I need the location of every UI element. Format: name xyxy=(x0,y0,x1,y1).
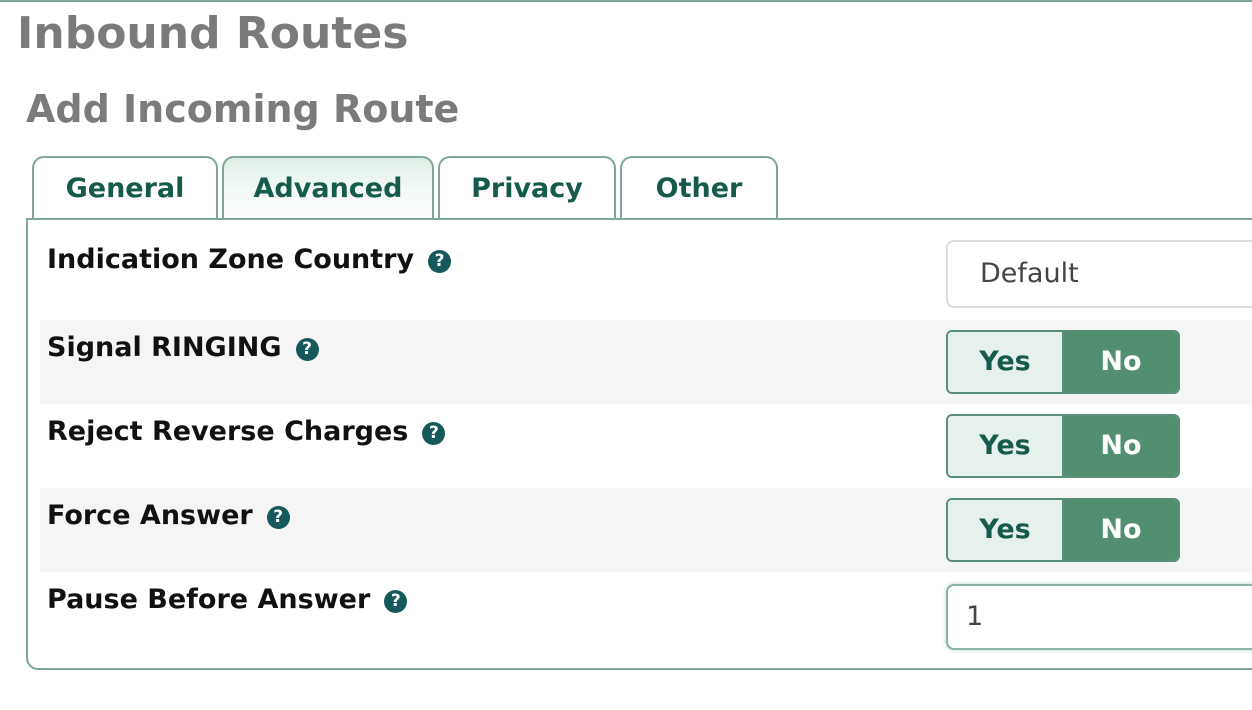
page-title: Inbound Routes xyxy=(17,8,409,59)
signal-ringing-no-button[interactable]: No xyxy=(1064,332,1178,392)
signal-ringing-row: Signal RINGING? Yes No xyxy=(40,320,1252,404)
question-circle-icon[interactable]: ? xyxy=(422,422,446,445)
tab-other[interactable]: Other xyxy=(620,156,778,218)
signal-ringing-toggle: Yes No xyxy=(946,330,1180,394)
pause-before-answer-input[interactable]: 1 xyxy=(946,584,1252,650)
tab-privacy[interactable]: Privacy xyxy=(438,156,616,218)
reject-reverse-toggle: Yes No xyxy=(946,414,1180,478)
indication-zone-select[interactable]: Default xyxy=(946,240,1252,308)
indication-zone-label: Indication Zone Country? xyxy=(47,240,452,280)
question-circle-icon[interactable]: ? xyxy=(384,590,408,613)
question-circle-icon[interactable]: ? xyxy=(295,338,319,361)
reject-reverse-row: Reject Reverse Charges? Yes No xyxy=(40,404,1252,488)
indication-zone-row: Indication Zone Country? Default xyxy=(40,220,1252,320)
reject-reverse-no-button[interactable]: No xyxy=(1064,416,1178,476)
question-circle-icon[interactable]: ? xyxy=(266,506,290,529)
tab-advanced[interactable]: Advanced xyxy=(222,156,434,220)
top-border xyxy=(0,0,1252,2)
question-circle-icon[interactable]: ? xyxy=(428,250,452,273)
pause-before-answer-row: Pause Before Answer? 1 xyxy=(40,572,1252,668)
force-answer-no-button[interactable]: No xyxy=(1064,500,1178,560)
signal-ringing-label: Signal RINGING? xyxy=(47,328,319,368)
section-title: Add Incoming Route xyxy=(26,87,460,131)
advanced-panel: Indication Zone Country? Default Signal … xyxy=(26,218,1252,670)
force-answer-yes-button[interactable]: Yes xyxy=(948,500,1064,560)
pause-before-answer-label: Pause Before Answer? xyxy=(47,580,408,620)
force-answer-row: Force Answer? Yes No xyxy=(40,488,1252,572)
reject-reverse-label: Reject Reverse Charges? xyxy=(47,412,446,452)
force-answer-label: Force Answer? xyxy=(47,496,290,536)
force-answer-toggle: Yes No xyxy=(946,498,1180,562)
signal-ringing-yes-button[interactable]: Yes xyxy=(948,332,1064,392)
tab-general[interactable]: General xyxy=(32,156,218,218)
reject-reverse-yes-button[interactable]: Yes xyxy=(948,416,1064,476)
